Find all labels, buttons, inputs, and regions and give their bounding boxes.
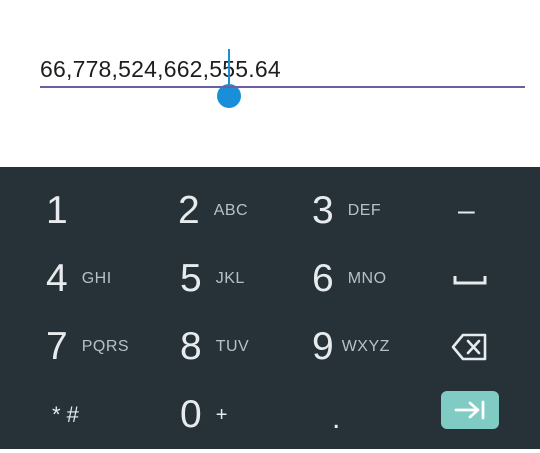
minus-label: – (458, 194, 475, 227)
key-letters: JKL (215, 270, 245, 287)
next-arrow-icon (454, 400, 486, 420)
key-letters: ABC (213, 202, 249, 219)
key-digit: 3 (312, 189, 334, 232)
space-icon (450, 269, 490, 289)
number-input-area: 66,778,524,662,555.64 (0, 0, 540, 167)
key-digit: 8 (180, 325, 202, 368)
key-digit: 9 (312, 325, 334, 368)
key-digit: 5 (180, 257, 202, 300)
key-digit: 1 (46, 189, 68, 232)
key-0[interactable]: 0 + (180, 381, 228, 449)
minus-key[interactable]: – (458, 177, 475, 245)
key-letters: GHI (81, 270, 112, 287)
key-3[interactable]: 3 DEF (312, 177, 381, 245)
key-7[interactable]: 7 PQRS (46, 313, 129, 381)
key-digit: 0 (180, 393, 202, 436)
key-digit: 6 (312, 257, 334, 300)
key-6[interactable]: 6 MNO (312, 245, 387, 313)
key-8[interactable]: 8 TUV (180, 313, 249, 381)
key-digit: 2 (178, 189, 200, 232)
symbols-key[interactable]: * # (52, 381, 79, 449)
key-letters: TUV (215, 338, 250, 355)
input-underline (40, 86, 525, 88)
key-letters: + (215, 403, 228, 426)
period-label: . (332, 402, 341, 435)
key-letters: DEF (347, 202, 382, 219)
key-1[interactable]: 1 (46, 177, 68, 245)
backspace-icon (451, 332, 489, 362)
symbols-label: * # (52, 402, 79, 427)
key-letters: WXYZ (341, 338, 390, 355)
key-4[interactable]: 4 GHI (46, 245, 112, 313)
number-input-field[interactable]: 66,778,524,662,555.64 (40, 56, 281, 83)
key-letters: MNO (347, 270, 387, 287)
key-9[interactable]: 9 WXYZ (312, 313, 390, 381)
space-key[interactable] (450, 245, 490, 313)
numeric-keyboard: 1 2 ABC 3 DEF – 4 GHI 5 JKL 6 MNO 7 PQRS… (0, 167, 540, 449)
key-digit: 4 (46, 257, 68, 300)
key-digit: 7 (46, 325, 68, 368)
key-2[interactable]: 2 ABC (178, 177, 248, 245)
backspace-key[interactable] (451, 313, 489, 381)
key-5[interactable]: 5 JKL (180, 245, 245, 313)
period-key[interactable]: . (332, 385, 340, 453)
key-letters: PQRS (81, 338, 130, 355)
next-button[interactable] (441, 391, 499, 429)
